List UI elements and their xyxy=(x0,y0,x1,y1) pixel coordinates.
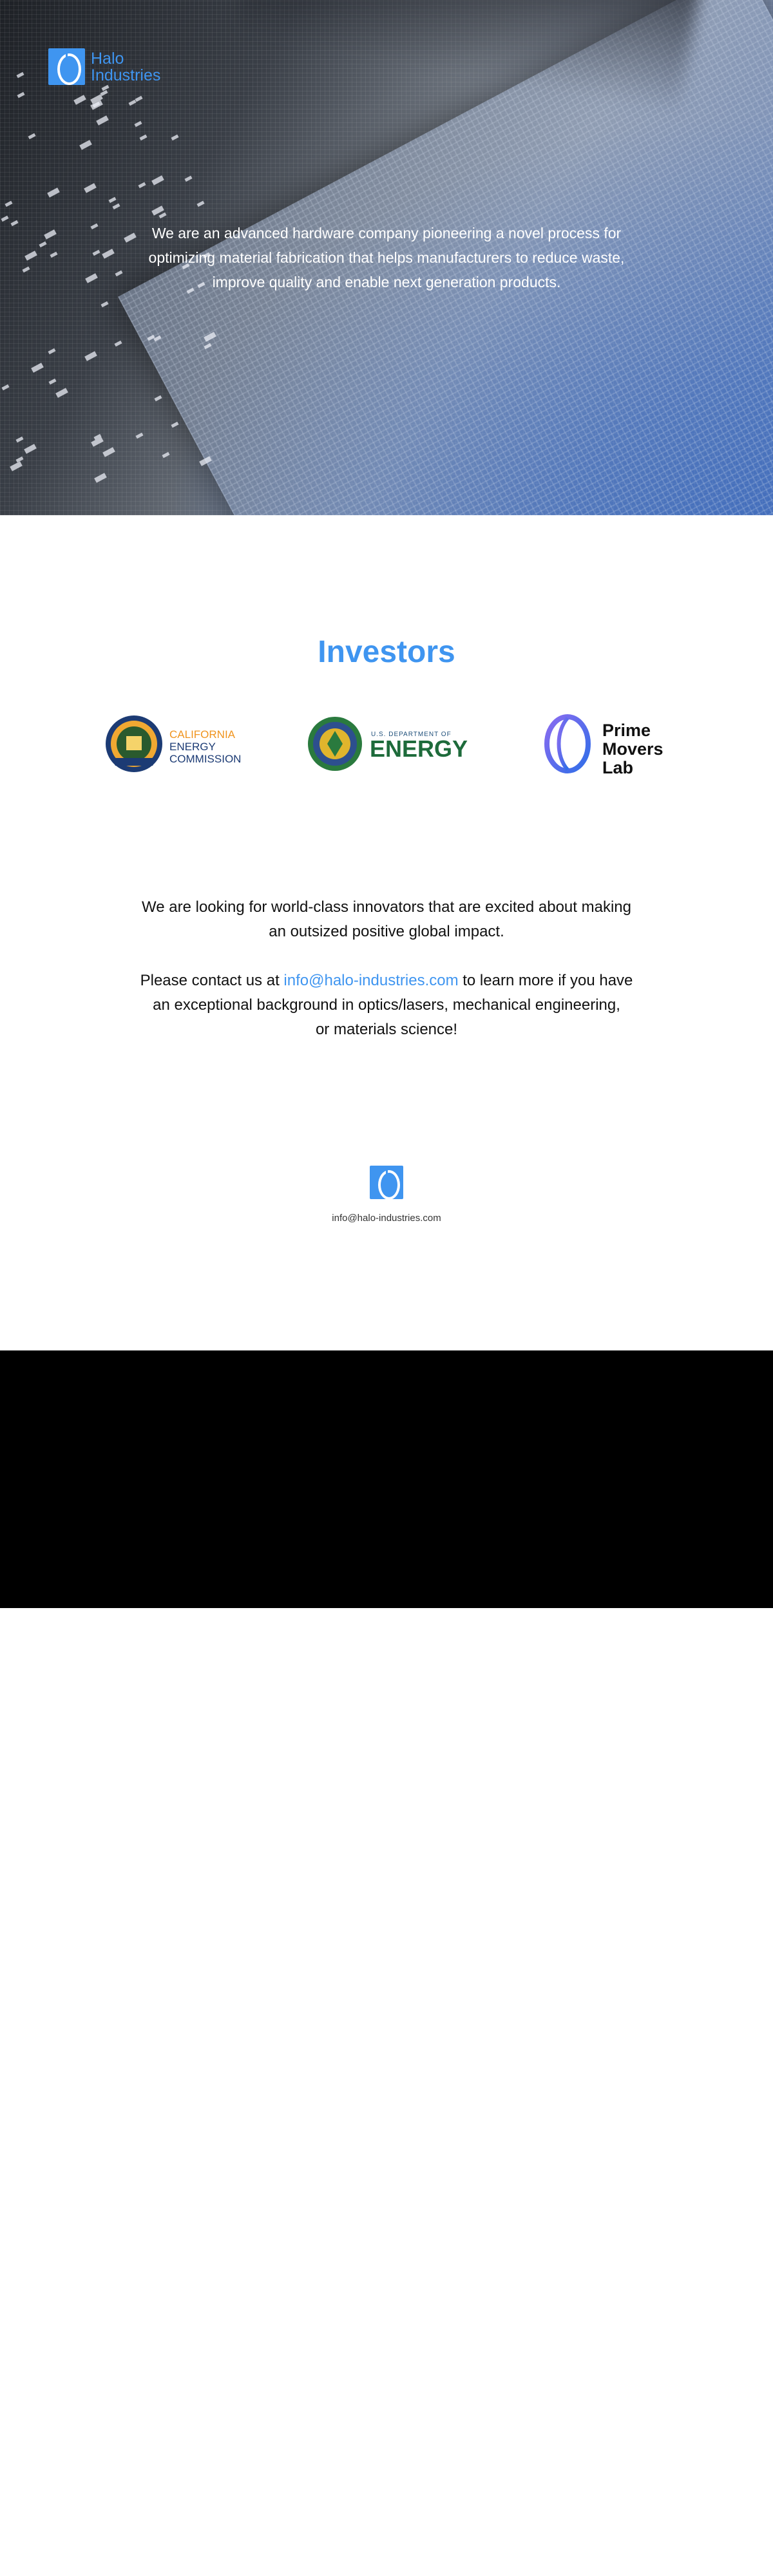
prime-movers-lab-logo-icon: Prime Movers Lab xyxy=(544,714,663,776)
recruiting-paragraph-1: We are looking for world-class innovator… xyxy=(116,895,657,944)
investor-california-energy-commission[interactable]: CALIFORNIA ENERGY COMMISSION xyxy=(105,712,253,776)
hero-tagline-line3: improve quality and enable next generati… xyxy=(212,274,561,290)
recruiting-p2-line2: an exceptional background in optics/lase… xyxy=(153,996,620,1014)
pml-text-line3: Lab xyxy=(602,758,633,776)
recruiting-p1-line1: We are looking for world-class innovator… xyxy=(142,898,631,916)
recruiting-message: We are looking for world-class innovator… xyxy=(116,895,657,1042)
recruiting-p1-line2: an outsized positive global impact. xyxy=(269,923,504,940)
hero-section: Halo Industries We are an advanced hardw… xyxy=(0,0,773,515)
recruiting-p2-line1: Please contact us at info@halo-industrie… xyxy=(116,969,657,993)
pml-text-line1: Prime xyxy=(602,721,651,740)
halo-logo-icon[interactable] xyxy=(370,1166,403,1200)
recruiting-p2-after: to learn more if you have xyxy=(463,972,633,989)
recruiting-p2-line3: or materials science! xyxy=(315,1021,458,1038)
brand-name-line2: Industries xyxy=(91,66,161,84)
brand-name: Halo Industries xyxy=(91,50,160,84)
cec-text-line2: ENERGY xyxy=(169,741,216,753)
pml-text-line2: Movers xyxy=(602,739,663,759)
investors-heading: Investors xyxy=(318,635,455,669)
contact-email-link[interactable]: info@halo-industries.com xyxy=(283,972,458,989)
hero-tagline-line2: optimizing material fabrication that hel… xyxy=(148,249,625,266)
brand-logo-link[interactable]: Halo Industries xyxy=(48,48,160,85)
doe-text-line2: ENERGY xyxy=(370,735,468,762)
footer-email-link[interactable]: info@halo-industries.com xyxy=(0,1213,773,1224)
hero-tagline: We are an advanced hardware company pion… xyxy=(116,221,657,294)
brand-name-line1: Halo xyxy=(91,49,124,68)
dark-section xyxy=(0,1350,773,1608)
halo-logo-icon xyxy=(48,48,85,85)
recruiting-p2-before: Please contact us at xyxy=(140,972,280,989)
cec-text-line1: CALIFORNIA xyxy=(169,728,236,741)
cec-text-line3: COMMISSION xyxy=(169,753,241,765)
recruiting-paragraph-2: Please contact us at info@halo-industrie… xyxy=(116,969,657,1042)
doe-seal-icon: U.S. DEPARTMENT OF ENERGY xyxy=(308,717,468,771)
investor-us-department-of-energy[interactable]: U.S. DEPARTMENT OF ENERGY xyxy=(308,712,469,776)
california-energy-commission-seal-icon: CALIFORNIA ENERGY COMMISSION xyxy=(106,715,241,772)
hero-tagline-line1: We are an advanced hardware company pion… xyxy=(151,225,622,242)
investor-prime-movers-lab[interactable]: Prime Movers Lab xyxy=(543,712,678,776)
